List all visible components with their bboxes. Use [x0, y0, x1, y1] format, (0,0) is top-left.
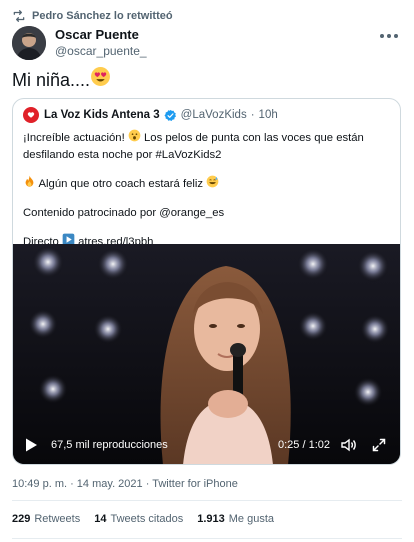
play-icon[interactable] [23, 437, 39, 453]
volume-icon[interactable] [340, 437, 356, 453]
la-voz-logo-icon[interactable] [23, 107, 39, 123]
video-time: 0:25 / 1:02 [278, 439, 330, 451]
astonished-emoji [128, 129, 141, 147]
author-name[interactable]: Oscar Puente [55, 27, 147, 43]
video-player[interactable]: 67,5 mil reproducciones 0:25 / 1:02 [13, 244, 400, 464]
tweet-author[interactable]: Oscar Puente @oscar_puente_ [12, 26, 147, 60]
header-separator: · [250, 109, 255, 121]
likes-label: Me gusta [228, 513, 275, 525]
quoted-tweet[interactable]: La Voz Kids Antena 3 @LaVozKids · 10h ¡I… [12, 98, 401, 465]
avatar[interactable] [12, 26, 46, 60]
verified-badge-icon [164, 109, 177, 122]
likes-count: 1.913 [197, 513, 225, 525]
retweets-count: 229 [12, 513, 31, 525]
divider [12, 500, 402, 501]
retweets-stat[interactable]: 229 Retweets [12, 513, 80, 525]
heart-eyes-emoji [90, 66, 111, 93]
grin-sweat-emoji [206, 175, 219, 193]
quotes-stat[interactable]: 14 Tweets citados [94, 513, 183, 525]
quoted-author-handle[interactable]: @LaVozKids [181, 109, 247, 121]
quote-line-1: ¡Increíble actuación! Los pelos de punta… [23, 129, 393, 163]
tweet-text: Mi niña.... [12, 66, 111, 93]
fullscreen-icon[interactable] [372, 438, 386, 452]
video-controls: 67,5 mil reproducciones 0:25 / 1:02 [13, 425, 400, 464]
tweet-stats: 229 Retweets 14 Tweets citados 1.913 Me gus… [12, 513, 288, 525]
retweets-label: Retweets [34, 513, 81, 525]
video-views: 67,5 mil reproducciones [51, 439, 168, 451]
quoted-tweet-time[interactable]: 10h [259, 109, 278, 121]
quotes-label: Tweets citados [110, 513, 184, 525]
quote-line-2-text: Algún que otro coach estará feliz [38, 177, 204, 190]
quoted-tweet-header: La Voz Kids Antena 3 @LaVozKids · 10h [23, 107, 278, 123]
likes-stat[interactable]: 1.913 Me gusta [197, 513, 274, 525]
quote-line-1-text: ¡Increíble actuación! [23, 131, 125, 144]
retweet-icon [12, 9, 26, 23]
quotes-count: 14 [94, 513, 107, 525]
tweet-metadata[interactable]: 10:49 p. m. · 14 may. 2021 · Twitter for… [12, 478, 238, 490]
tweet-text-content: Mi niña.... [12, 69, 91, 90]
quote-line-2: Algún que otro coach estará feliz [23, 175, 393, 193]
author-handle[interactable]: @oscar_puente_ [55, 43, 147, 59]
quote-line-3: Contenido patrocinado por @orange_es [23, 207, 225, 219]
divider [12, 538, 402, 539]
retweet-text: Pedro Sánchez lo retwitteó [32, 10, 173, 22]
retweet-context[interactable]: Pedro Sánchez lo retwitteó [12, 7, 173, 25]
quoted-tweet-body: ¡Increíble actuación! Los pelos de punta… [23, 129, 393, 263]
quoted-author-name[interactable]: La Voz Kids Antena 3 [44, 109, 160, 121]
more-icon[interactable] [380, 34, 398, 40]
fire-emoji [23, 175, 36, 193]
